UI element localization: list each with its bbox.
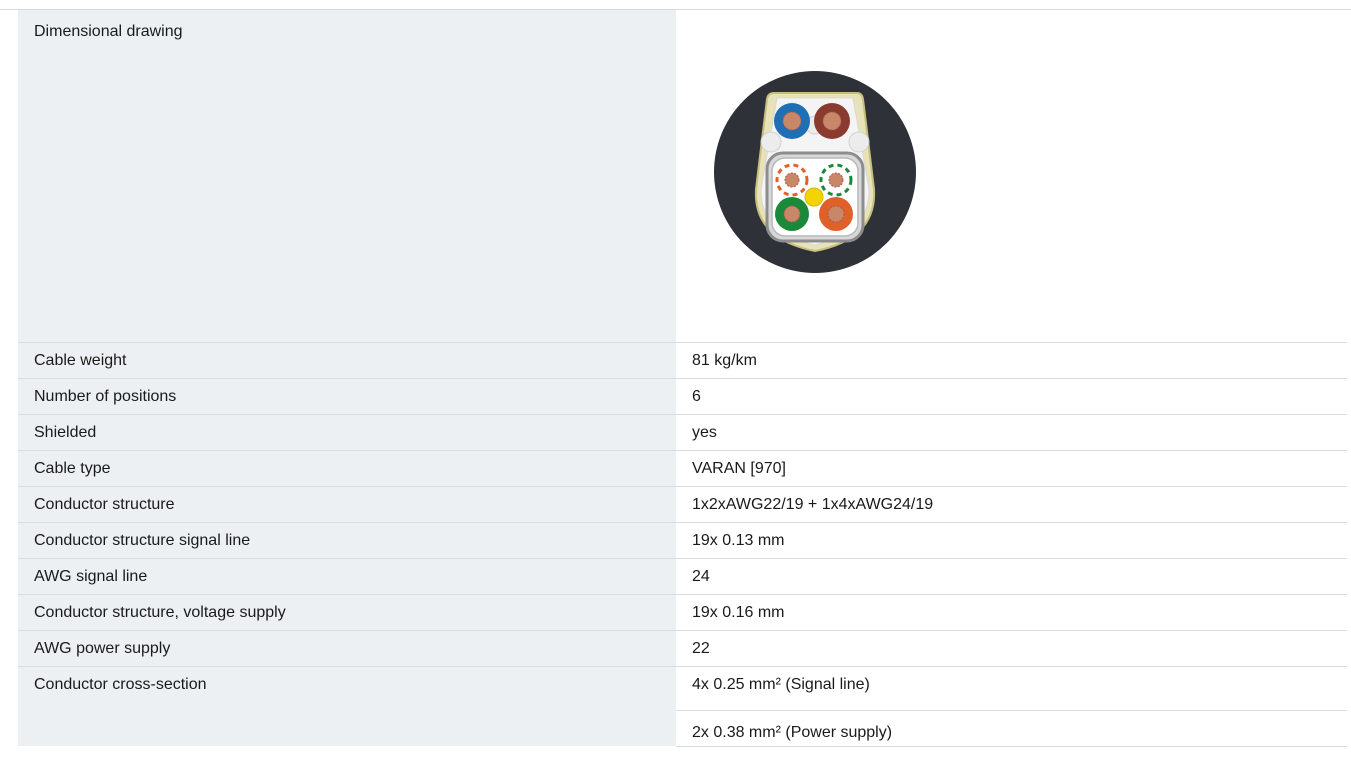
property-value: 22	[676, 630, 1347, 667]
property-label: Shielded	[18, 414, 676, 451]
table-row: AWG power supply 22	[18, 630, 1347, 667]
property-value: 6	[676, 378, 1347, 415]
copper-strands	[828, 172, 844, 188]
table-row: Conductor structure signal line 19x 0.13…	[18, 522, 1347, 559]
cable-cross-section-image	[712, 69, 918, 275]
table-row: Conductor cross-section 4x 0.25 mm² (Sig…	[18, 666, 1347, 747]
property-label: Cable type	[18, 450, 676, 487]
property-value-multi: 4x 0.25 mm² (Signal line) 2x 0.38 mm² (P…	[676, 666, 1347, 747]
property-label: AWG power supply	[18, 630, 676, 667]
cable-cross-section-svg	[714, 71, 916, 273]
property-label: AWG signal line	[18, 558, 676, 595]
property-label: Dimensional drawing	[18, 10, 676, 343]
drawing-cell	[676, 10, 1347, 343]
filler	[760, 131, 782, 153]
property-label: Conductor structure	[18, 486, 676, 523]
property-value: 19x 0.13 mm	[676, 522, 1347, 559]
table-row: Conductor structure, voltage supply 19x …	[18, 594, 1347, 631]
table-row: Shielded yes	[18, 414, 1347, 451]
table-row: AWG signal line 24	[18, 558, 1347, 595]
copper-strands	[827, 205, 845, 223]
property-label: Cable weight	[18, 342, 676, 379]
property-value: yes	[676, 414, 1347, 451]
table-row: Number of positions 6	[18, 378, 1347, 415]
property-label: Conductor cross-section	[18, 666, 676, 746]
property-value: 81 kg/km	[676, 342, 1347, 379]
table-row: Dimensional drawing	[18, 10, 1347, 343]
table-row: Conductor structure 1x2xAWG22/19 + 1x4xA…	[18, 486, 1347, 523]
cross-section-value: 4x 0.25 mm² (Signal line)	[692, 675, 870, 693]
cross-section-value: 2x 0.38 mm² (Power supply)	[676, 709, 1347, 742]
center-filler	[804, 187, 824, 207]
table-row: Cable weight 81 kg/km	[18, 342, 1347, 379]
property-label: Conductor structure, voltage supply	[18, 594, 676, 631]
table-row: Cable type VARAN [970]	[18, 450, 1347, 487]
copper-strands	[784, 172, 800, 188]
copper-strands	[783, 205, 801, 223]
property-value: 1x2xAWG22/19 + 1x4xAWG24/19	[676, 486, 1347, 523]
section-divider	[0, 0, 1351, 10]
properties-table: Dimensional drawing Cable weight 81 kg/k…	[18, 10, 1347, 747]
property-value: 19x 0.16 mm	[676, 594, 1347, 631]
property-label: Conductor structure signal line	[18, 522, 676, 559]
property-value: 24	[676, 558, 1347, 595]
property-label: Number of positions	[18, 378, 676, 415]
product-properties-page: Dimensional drawing Cable weight 81 kg/k…	[0, 0, 1351, 775]
filler	[848, 131, 870, 153]
property-value: VARAN [970]	[676, 450, 1347, 487]
